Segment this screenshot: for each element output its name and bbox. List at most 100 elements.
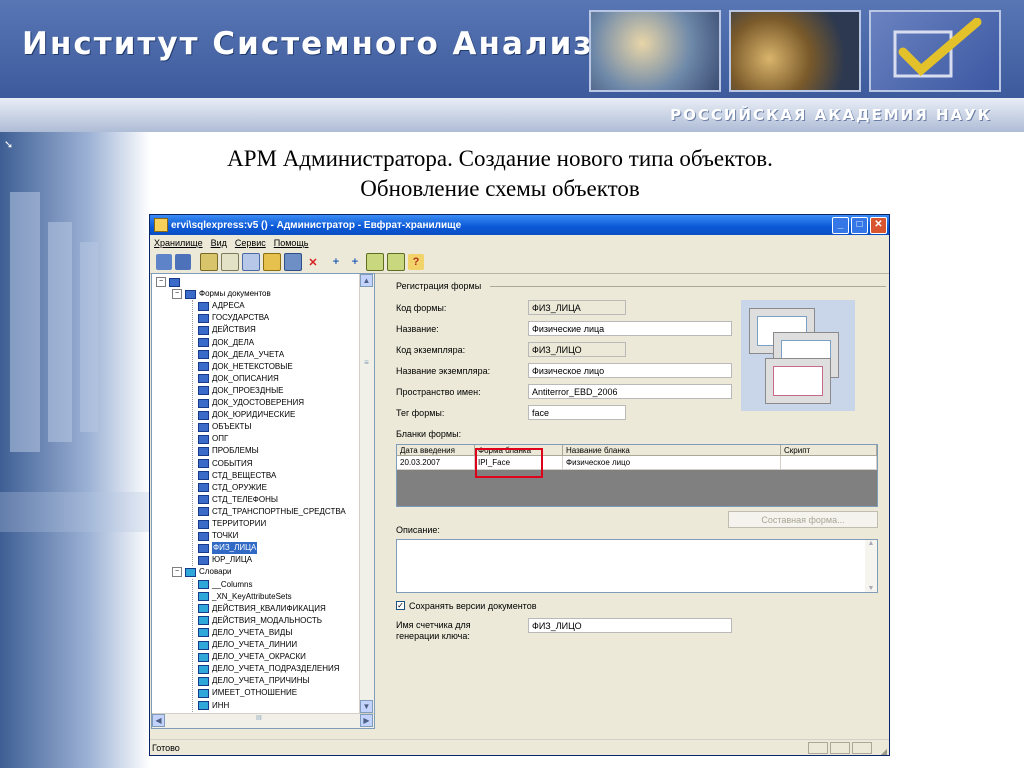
table-cell[interactable]: Физическое лицо: [563, 456, 781, 470]
counter-field[interactable]: ФИЗ_ЛИЦО: [528, 618, 732, 633]
tree-item-form[interactable]: СТД_ТРАНСПОРТНЫЕ_СРЕДСТВА: [198, 506, 346, 518]
tree-item-form[interactable]: ДОК_ОПИСАНИЯ: [198, 373, 279, 385]
window-titlebar[interactable]: ervi\sqlexpress:v5 () - Администратор - …: [150, 215, 889, 235]
tree-vertical-scrollbar[interactable]: ▲ ≡ ▼: [359, 274, 374, 714]
tree-item-dictionary[interactable]: _XN_KeyAttributeSets: [198, 591, 292, 603]
tree-item-form[interactable]: ДОК_ДЕЛА_УЧЕТА: [198, 349, 284, 361]
tree-item-form[interactable]: ЮР_ЛИЦА: [198, 554, 252, 566]
tree-item-form[interactable]: ДОК_УДОСТОВЕРЕНИЯ: [198, 397, 304, 409]
description-textarea[interactable]: ▲ ▼: [396, 539, 878, 593]
scroll-up-icon[interactable]: ▲: [360, 274, 373, 287]
tree-item-form[interactable]: ОБЪЕКТЫ: [198, 421, 252, 433]
tree-root[interactable]: −: [156, 276, 183, 288]
tree-item-form[interactable]: ДОК_ЮРИДИЧЕСКИЕ: [198, 409, 295, 421]
tree-item-form[interactable]: ТОЧКИ: [198, 530, 238, 542]
tree-item-label: ДЕЙСТВИЯ_МОДАЛЬНОСТЬ: [212, 615, 323, 625]
tree-item-dictionary[interactable]: ДЕЛО_УЧЕТА_ВИДЫ: [198, 627, 292, 639]
form-icon[interactable]: [200, 253, 218, 271]
export-icon[interactable]: +: [347, 254, 363, 270]
namespace-field[interactable]: Antiterror_EBD_2006: [528, 384, 732, 399]
menu-storage[interactable]: Хранилище: [154, 238, 203, 248]
tree-item-form[interactable]: ДОК_ПРОЕЗДНЫЕ: [198, 385, 284, 397]
grid-header[interactable]: Дата введения: [397, 445, 475, 456]
tree-item-form[interactable]: ДОК_НЕТЕКСТОВЫЕ: [198, 361, 293, 373]
tree-item-dictionary[interactable]: ДЕЙСТВИЯ_МОДАЛЬНОСТЬ: [198, 615, 322, 627]
refresh-icon[interactable]: [366, 253, 384, 271]
table-cell[interactable]: 20.03.2007: [397, 456, 475, 470]
dictionary-icon: [198, 592, 209, 602]
section-label: Регистрация формы: [396, 281, 482, 291]
new-icon[interactable]: [156, 254, 172, 270]
tree-item-label: __Columns: [212, 579, 253, 589]
help-icon[interactable]: ?: [408, 254, 424, 270]
tree-item-form[interactable]: ФИЗ_ЛИЦА: [198, 542, 258, 555]
form-illustration: [741, 300, 855, 411]
scroll-up-icon[interactable]: ▲: [865, 540, 877, 547]
resize-grip-icon[interactable]: ◢: [881, 744, 887, 755]
scroll-left-icon[interactable]: ◀: [152, 714, 165, 727]
chart-icon[interactable]: [242, 253, 260, 271]
instance-code-field[interactable]: ФИЗ_ЛИЦО: [528, 342, 626, 357]
table-icon: [198, 531, 209, 541]
blanks-grid[interactable]: Дата введения Форма бланка Название блан…: [396, 444, 878, 507]
table-icon: [198, 519, 209, 529]
composite-form-button[interactable]: Составная форма...: [728, 511, 878, 528]
tree-item-dictionary[interactable]: ИМЕЕТ_ОТНОШЕНИЕ: [198, 687, 297, 699]
tree-item-dictionary[interactable]: ДЕЛО_УЧЕТА_ЛИНИИ: [198, 639, 297, 651]
menu-view[interactable]: Вид: [211, 238, 227, 248]
tag-field[interactable]: face: [528, 405, 626, 420]
import-icon[interactable]: +: [328, 254, 344, 270]
tree-item-form[interactable]: ГОСУДАРСТВА: [198, 312, 269, 324]
grid-header[interactable]: Название бланка: [563, 445, 781, 456]
tree-item-dictionary[interactable]: ДЕЛО_УЧЕТА_ОКРАСКИ: [198, 651, 306, 663]
scroll-right-icon[interactable]: ▶: [360, 714, 373, 727]
instance-name-field[interactable]: Физическое лицо: [528, 363, 732, 378]
tree-item-dictionary[interactable]: ИНН: [198, 700, 229, 712]
close-button[interactable]: ✕: [870, 216, 887, 234]
tree-item-form[interactable]: СТД_ТЕЛЕФОНЫ: [198, 494, 278, 506]
sync-icon[interactable]: [387, 253, 405, 271]
tree-item-form[interactable]: АДРЕСА: [198, 300, 245, 312]
save-icon[interactable]: [284, 253, 302, 271]
open-icon[interactable]: [175, 254, 191, 270]
collapse-icon[interactable]: −: [172, 289, 182, 300]
tree-item-forms[interactable]: − Формы документов: [172, 288, 271, 300]
tree-item-dictionary[interactable]: __Columns: [198, 579, 252, 591]
table-cell[interactable]: [781, 456, 877, 470]
maximize-button[interactable]: □: [851, 216, 868, 234]
description-scrollbar[interactable]: ▲ ▼: [865, 540, 877, 592]
scroll-down-icon[interactable]: ▼: [865, 585, 877, 592]
tree-item-form[interactable]: ДОК_ДЕЛА: [198, 337, 254, 349]
collapse-icon[interactable]: −: [156, 277, 166, 287]
menu-service[interactable]: Сервис: [235, 238, 266, 248]
grid-header[interactable]: Скрипт: [781, 445, 877, 456]
delete-icon[interactable]: ✕: [305, 254, 321, 270]
object-tree[interactable]: − − Формы документов АДРЕСА ГОСУДАРСТВА ДЕЙСТ…: [151, 273, 375, 729]
tree-item-form[interactable]: СОБЫТИЯ: [198, 458, 253, 470]
menu-help[interactable]: Помощь: [274, 238, 309, 248]
scroll-down-icon[interactable]: ▼: [360, 700, 373, 713]
tree-item-form[interactable]: ТЕРРИТОРИИ: [198, 518, 266, 530]
tree-item-label: ЮР_ЛИЦА: [212, 555, 253, 565]
tree-item-dictionary[interactable]: ДЕЛО_УЧЕТА_ПОДРАЗДЕЛЕНИЯ: [198, 663, 340, 675]
folder-icon[interactable]: [263, 253, 281, 271]
tree-item-form[interactable]: ОПГ: [198, 433, 228, 445]
tree-item-form[interactable]: ДЕЙСТВИЯ: [198, 324, 256, 336]
highlight-box: [475, 448, 543, 478]
tree-item-dictionary[interactable]: ДЕЛО_УЧЕТА_ПРИЧИНЫ: [198, 675, 310, 687]
collapse-icon[interactable]: −: [172, 567, 182, 578]
tree-item-form[interactable]: СТД_ОРУЖИЕ: [198, 482, 267, 494]
tree-item-label: ДЕЛО_УЧЕТА_ВИДЫ: [212, 627, 293, 637]
tree-item-dictionaries[interactable]: − Словари: [172, 566, 232, 578]
table-icon[interactable]: [221, 253, 239, 271]
tree-item-form[interactable]: СТД_ВЕЩЕСТВА: [198, 470, 276, 482]
tree-item-label: ДЕЛО_УЧЕТА_ПРИЧИНЫ: [212, 676, 310, 686]
table-icon: [198, 386, 209, 396]
form-code-field[interactable]: ФИЗ_ЛИЦА: [528, 300, 626, 315]
tree-item-form[interactable]: ПРОБЛЕМЫ: [198, 445, 259, 457]
name-field[interactable]: Физические лица: [528, 321, 732, 336]
minimize-button[interactable]: _: [832, 216, 849, 234]
tree-item-dictionary[interactable]: ДЕЙСТВИЯ_КВАЛИФИКАЦИЯ: [198, 603, 326, 615]
keep-versions-checkbox[interactable]: ✓: [396, 601, 405, 610]
tree-horizontal-scrollbar[interactable]: ◀ III ▶: [152, 713, 374, 728]
